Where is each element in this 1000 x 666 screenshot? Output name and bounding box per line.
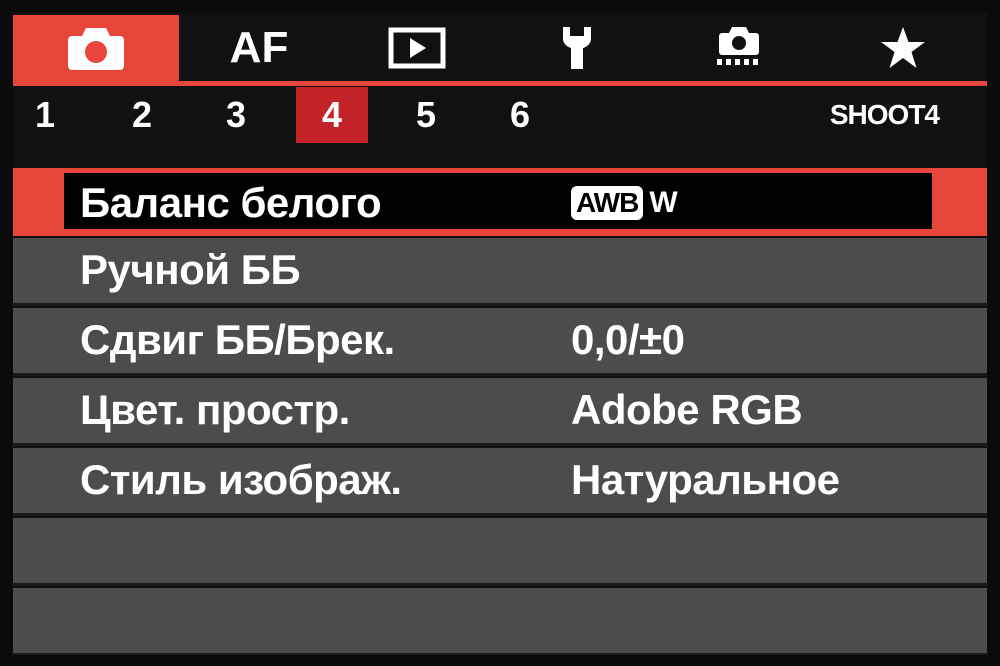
page-label: SHOOT4	[829, 99, 940, 130]
menu-item-wb-shift-bracket[interactable]: Сдвиг ББ/Брек. 0,0/±0	[13, 308, 987, 376]
tab-custom-functions[interactable]	[659, 15, 819, 81]
menu-item-empty	[13, 588, 987, 655]
tab-af[interactable]: AF	[179, 15, 339, 81]
category-tabs: AF	[13, 15, 987, 86]
menu-item-value: 0,0/±0	[571, 316, 685, 363]
tab-setup[interactable]	[494, 15, 659, 81]
page-tab-label: 3	[225, 94, 247, 135]
tab-af-label: AF	[229, 23, 289, 72]
page-tab-1[interactable]: 1	[13, 87, 81, 143]
menu-item-value: Adobe RGB	[571, 386, 803, 433]
page-tab-label: 6	[509, 94, 531, 135]
page-tab-label: 1	[34, 94, 56, 135]
page-tabs: 1 2 3 4 5 6 SHOOT4	[13, 87, 987, 145]
wrench-icon	[562, 27, 591, 69]
page-tab-2[interactable]: 2	[106, 87, 178, 143]
menu-item-label: Сдвиг ББ/Брек.	[80, 316, 395, 363]
page-tab-4[interactable]: 4	[296, 87, 368, 143]
menu-item-label: Ручной ББ	[80, 246, 301, 293]
page-tab-3[interactable]: 3	[200, 87, 272, 143]
page-tab-label: 4	[321, 94, 343, 135]
tab-my-menu[interactable]	[819, 15, 987, 81]
wb-suffix: W	[649, 186, 678, 219]
menu-item-picture-style[interactable]: Стиль изображ. Натуральное	[13, 448, 987, 516]
menu-item-label: Баланс белого	[80, 179, 382, 226]
tab-playback[interactable]	[339, 15, 494, 81]
star-icon	[881, 27, 925, 68]
page-tab-6[interactable]: 6	[484, 87, 556, 143]
page-tab-5[interactable]: 5	[390, 87, 462, 143]
menu-item-label: Цвет. простр.	[80, 386, 350, 433]
awb-badge: AWB	[571, 186, 644, 220]
page-tab-label: 5	[415, 94, 437, 135]
menu-item-custom-wb[interactable]: Ручной ББ	[13, 238, 987, 306]
tab-shooting[interactable]	[13, 15, 179, 81]
menu-item-value: AWB W	[571, 171, 678, 235]
camera-icon	[68, 28, 124, 70]
menu-item-empty	[13, 518, 987, 586]
camera-menu-screen: AF 1 2 3 4 5 6 SHOOT4 Баланс белого AWB …	[13, 13, 987, 655]
menu-item-value: Натуральное	[571, 456, 840, 503]
menu-item-white-balance[interactable]: Баланс белого AWB W	[13, 168, 987, 236]
tab-underline	[13, 81, 987, 86]
custom-camera-icon	[717, 27, 759, 65]
menu-item-color-space[interactable]: Цвет. простр. Adobe RGB	[13, 378, 987, 446]
playback-icon	[388, 27, 445, 69]
menu-item-label: Стиль изображ.	[80, 456, 402, 503]
page-tab-label: 2	[131, 94, 153, 135]
